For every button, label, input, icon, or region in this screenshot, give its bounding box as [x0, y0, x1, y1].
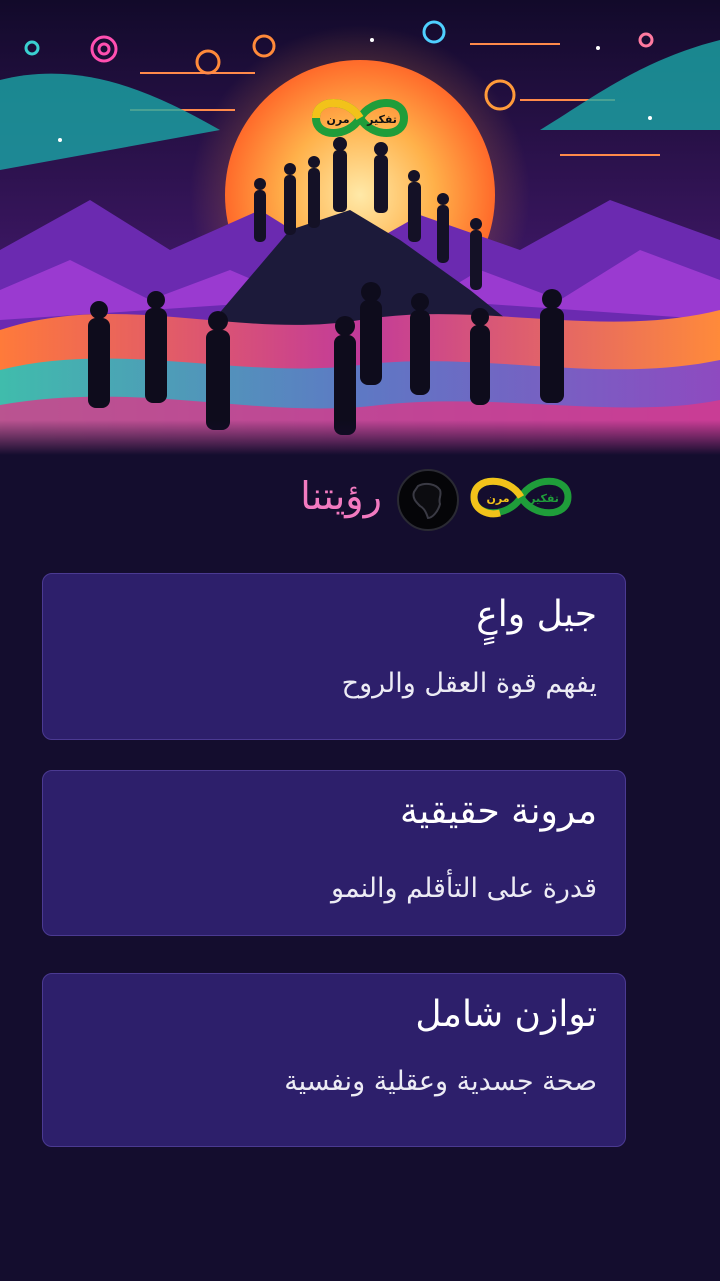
hero-illustration: مرن تفكير	[0, 0, 720, 455]
card-description: صحة جسدية وعقلية ونفسية	[284, 1066, 597, 1097]
brand-logo-top-text: تفكير	[528, 492, 559, 505]
brand-logo-bottom-text: مرن	[486, 492, 509, 505]
hero-artwork	[0, 0, 720, 455]
infinity-logo-icon: مرن تفكير	[470, 477, 572, 518]
hero-logo-bottom-text: مرن	[326, 113, 349, 126]
vision-card-real-resilience[interactable]: مرونة حقيقية قدرة على التأقلم والنمو	[42, 770, 626, 936]
infinity-logo-icon: مرن تفكير	[311, 99, 409, 137]
page-title: رؤيتنا	[300, 474, 382, 518]
vision-card-aware-generation[interactable]: جيل واعٍ يفهم قوة العقل والروح	[42, 573, 626, 740]
card-description: يفهم قوة العقل والروح	[341, 668, 597, 699]
africa-globe-icon	[396, 468, 460, 532]
hero-logo-top-text: تفكير	[366, 113, 397, 126]
card-description: قدرة على التأقلم والنمو	[331, 873, 597, 904]
vision-card-holistic-balance[interactable]: توازن شامل صحة جسدية وعقلية ونفسية	[42, 973, 626, 1147]
hero-logo: مرن تفكير	[308, 92, 412, 144]
card-title: توازن شامل	[415, 994, 597, 1035]
card-title: مرونة حقيقية	[400, 791, 597, 832]
brand-logo: مرن تفكير	[468, 470, 574, 524]
card-title: جيل واعٍ	[476, 594, 597, 635]
